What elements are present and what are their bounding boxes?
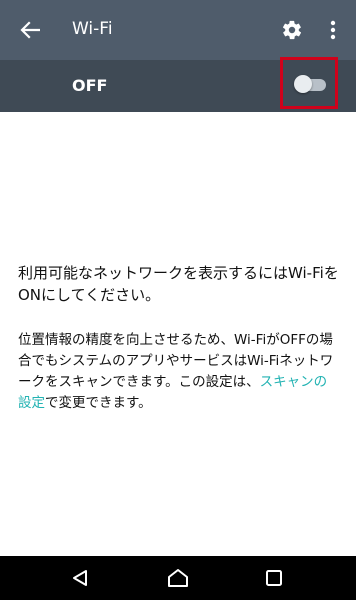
app-bar: Wi-Fi: [0, 0, 356, 60]
scanning-info-message: 位置情報の精度を向上させるため、Wi-FiがOFFの場合でもシステムのアプリやサ…: [18, 330, 340, 414]
nav-recents-button[interactable]: [258, 564, 290, 592]
settings-button[interactable]: [276, 14, 308, 46]
back-button[interactable]: [12, 12, 48, 48]
highlight-box: [280, 57, 338, 109]
more-vert-icon: [330, 20, 336, 40]
wifi-settings-screen: Wi-Fi OFF 利用可能なネットワークを表示するにはWi-FiをONにしてく…: [0, 0, 356, 600]
enable-wifi-message: 利用可能なネットワークを表示するにはWi-FiをONにしてください。: [18, 264, 339, 304]
navigation-bar: [0, 556, 356, 600]
page-title: Wi-Fi: [72, 19, 113, 39]
nav-home-icon: [168, 569, 188, 587]
gear-icon: [282, 20, 302, 40]
back-arrow-icon: [20, 21, 40, 39]
nav-back-button[interactable]: [64, 564, 96, 592]
nav-back-icon: [73, 570, 87, 586]
more-options-button[interactable]: [320, 14, 346, 46]
nav-home-button[interactable]: [162, 564, 194, 592]
wifi-off-content: 利用可能なネットワークを表示するにはWi-FiをONにしてください。 位置情報の…: [18, 262, 340, 414]
scanning-info-text-end: で変更できます。: [45, 395, 152, 411]
nav-recents-icon: [266, 570, 282, 586]
wifi-state-label: OFF: [72, 76, 108, 95]
